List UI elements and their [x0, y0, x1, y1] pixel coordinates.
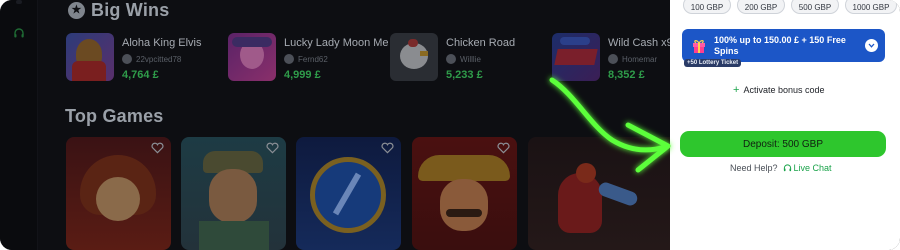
lottery-ticket-badge: +50 Lottery Ticket — [684, 59, 742, 67]
main-content: ★ Big Wins Aloha King Elvis 22vpcitted78… — [38, 0, 673, 250]
activate-bonus-code-label: Activate bonus code — [743, 85, 825, 95]
win-info: Lucky Lady Moon Me Fernd62 4,999 £ — [284, 33, 389, 81]
favorite-heart-icon[interactable] — [497, 142, 510, 154]
win-amount: 4,764 £ — [122, 69, 159, 81]
win-user: Fernd62 — [284, 54, 389, 64]
gift-icon — [693, 40, 705, 53]
win-user: 22vpcitted78 — [122, 54, 202, 64]
win-username: 22vpcitted78 — [136, 54, 182, 64]
game-tile[interactable] — [528, 137, 670, 250]
deposit-panel: 100 GBP 200 GBP 500 GBP 1000 GBP 100% up… — [670, 0, 900, 250]
top-games-title: Top Games — [65, 106, 164, 126]
win-info: Chicken Road Willlie 5,233 £ — [446, 33, 515, 81]
favorite-heart-icon[interactable] — [381, 142, 394, 154]
win-username: Fernd62 — [298, 54, 328, 64]
star-icon: ★ — [68, 2, 85, 19]
headset-icon — [783, 163, 791, 171]
win-game-name: Wild Cash x9 — [608, 37, 673, 49]
game-thumbnail — [552, 33, 600, 81]
win-amount: 4,999 £ — [284, 69, 321, 81]
live-chat-link[interactable]: Live Chat — [783, 163, 832, 173]
game-tile[interactable] — [296, 137, 401, 250]
casino-app: ★ Big Wins Aloha King Elvis 22vpcitted78… — [0, 0, 900, 250]
big-wins-heading: ★ Big Wins — [68, 0, 169, 21]
avatar — [446, 54, 456, 64]
amount-chips: 100 GBP 200 GBP 500 GBP 1000 GBP — [683, 0, 897, 14]
activate-bonus-code-link[interactable]: + Activate bonus code — [733, 84, 825, 96]
big-wins-title: Big Wins — [91, 0, 170, 20]
big-win-card[interactable]: Wild Cash x9 Homemar 8,352 £ — [552, 33, 673, 85]
headset-icon[interactable] — [13, 28, 25, 40]
win-game-name: Chicken Road — [446, 37, 516, 49]
game-thumbnail — [66, 33, 114, 81]
win-game-name: Lucky Lady Moon Me — [284, 37, 389, 49]
win-username: Willlie — [460, 54, 481, 64]
amount-chip-100[interactable]: 100 GBP — [683, 0, 731, 14]
amount-chip-1000[interactable]: 1000 GBP — [845, 0, 897, 14]
favorite-heart-icon[interactable] — [151, 142, 164, 154]
win-game-name: Aloha King Elvis — [122, 37, 202, 49]
help-row: Need Help? Live Chat — [730, 163, 832, 173]
bonus-offer-selector[interactable]: 100% up to 150.00 £ + 150 Free Spins — [682, 29, 885, 62]
need-help-text: Need Help? — [730, 163, 778, 173]
game-thumbnail — [228, 33, 276, 81]
win-user: Homemar — [608, 54, 673, 64]
win-info: Wild Cash x9 Homemar 8,352 £ — [608, 33, 673, 81]
deposit-button[interactable]: Deposit: 500 GBP — [680, 131, 886, 157]
screenshot-frame: ★ Big Wins Aloha King Elvis 22vpcitted78… — [0, 0, 900, 250]
avatar — [608, 54, 618, 64]
left-nav-rail — [0, 0, 38, 250]
amount-chip-200[interactable]: 200 GBP — [737, 0, 785, 14]
avatar — [284, 54, 294, 64]
live-chat-label: Live Chat — [793, 163, 832, 173]
plus-icon: + — [733, 84, 740, 96]
favorite-heart-icon[interactable] — [266, 142, 279, 154]
game-tile[interactable] — [66, 137, 171, 250]
bonus-offer-text: 100% up to 150.00 £ + 150 Free Spins — [714, 34, 846, 56]
amount-chip-500[interactable]: 500 GBP — [791, 0, 839, 14]
big-win-card[interactable]: Chicken Road Willlie 5,233 £ — [390, 33, 515, 85]
chevron-down-icon[interactable] — [865, 39, 878, 52]
game-tile[interactable] — [412, 137, 517, 250]
win-username: Homemar — [622, 54, 658, 64]
big-win-card[interactable]: Aloha King Elvis 22vpcitted78 4,764 £ — [66, 33, 202, 85]
win-amount: 5,233 £ — [446, 69, 483, 81]
game-thumbnail — [390, 33, 438, 81]
game-tile[interactable] — [181, 137, 286, 250]
win-amount: 8,352 £ — [608, 69, 645, 81]
big-win-card[interactable]: Lucky Lady Moon Me Fernd62 4,999 £ — [228, 33, 389, 85]
win-info: Aloha King Elvis 22vpcitted78 4,764 £ — [122, 33, 202, 81]
nav-top-indicator — [16, 0, 22, 4]
win-user: Willlie — [446, 54, 515, 64]
avatar — [122, 54, 132, 64]
